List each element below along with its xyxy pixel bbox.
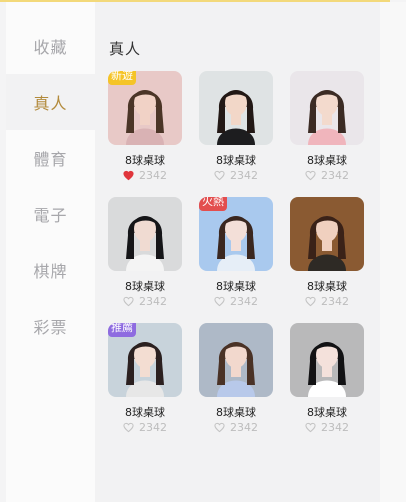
game-name: 8球桌球	[216, 406, 256, 419]
heart-icon[interactable]	[123, 296, 134, 307]
game-card[interactable]: 火熱 8球桌球 2342	[199, 197, 273, 308]
scrollbar-track[interactable]	[380, 2, 406, 502]
app-root: 收藏 真人 體育 電子 棋牌 彩票 真人 新遊 8球桌球 2342 8球桌球 2342 8…	[0, 0, 406, 502]
game-name: 8球桌球	[125, 280, 165, 293]
game-thumbnail[interactable]: 新遊	[108, 71, 182, 145]
portrait-image	[290, 197, 364, 271]
like-row: 2342	[199, 169, 273, 182]
sidebar-item-label: 真人	[33, 94, 68, 113]
like-count: 2342	[321, 421, 349, 434]
portrait-image	[290, 71, 364, 145]
heart-icon[interactable]	[123, 422, 134, 433]
portrait-image	[199, 71, 273, 145]
heart-icon[interactable]	[305, 296, 316, 307]
portrait-image	[108, 197, 182, 271]
game-name: 8球桌球	[216, 280, 256, 293]
game-card[interactable]: 8球桌球 2342	[199, 323, 273, 434]
game-card[interactable]: 新遊 8球桌球 2342	[108, 71, 182, 182]
game-name: 8球桌球	[216, 154, 256, 167]
like-count: 2342	[139, 421, 167, 434]
heart-icon[interactable]	[214, 170, 225, 181]
game-grid-panel: 真人 新遊 8球桌球 2342 8球桌球 2342 8球桌球 2342 8球桌球 2342 火熱 8…	[95, 2, 380, 502]
like-row: 2342	[199, 421, 273, 434]
game-name: 8球桌球	[125, 154, 165, 167]
like-row: 2342	[290, 295, 364, 308]
sidebar-item-cards[interactable]: 棋牌	[6, 242, 95, 298]
sidebar-item-live[interactable]: 真人	[6, 74, 95, 130]
like-row: 2342	[108, 169, 182, 182]
game-badge: 新遊	[108, 71, 136, 85]
game-card[interactable]: 8球桌球 2342	[108, 197, 182, 308]
game-card[interactable]: 8球桌球 2342	[199, 71, 273, 182]
like-count: 2342	[139, 295, 167, 308]
like-row: 2342	[108, 295, 182, 308]
sidebar-item-favorites[interactable]: 收藏	[6, 18, 95, 74]
like-count: 2342	[230, 421, 258, 434]
like-count: 2342	[321, 295, 349, 308]
portrait-image	[290, 323, 364, 397]
game-thumbnail[interactable]	[290, 323, 364, 397]
game-thumbnail[interactable]	[199, 71, 273, 145]
portrait-image	[199, 323, 273, 397]
sidebar: 收藏 真人 體育 電子 棋牌 彩票	[6, 2, 95, 502]
heart-icon[interactable]	[305, 422, 316, 433]
game-name: 8球桌球	[307, 280, 347, 293]
game-thumbnail[interactable]	[290, 71, 364, 145]
sidebar-item-label: 收藏	[33, 38, 68, 57]
like-row: 2342	[108, 421, 182, 434]
sidebar-item-lottery[interactable]: 彩票	[6, 298, 95, 354]
game-thumbnail[interactable]: 火熱	[199, 197, 273, 271]
like-count: 2342	[230, 295, 258, 308]
like-count: 2342	[321, 169, 349, 182]
game-thumbnail[interactable]	[108, 197, 182, 271]
heart-icon[interactable]	[214, 422, 225, 433]
like-count: 2342	[230, 169, 258, 182]
heart-icon[interactable]	[305, 170, 316, 181]
game-card[interactable]: 8球桌球 2342	[290, 323, 364, 434]
sidebar-item-sports[interactable]: 體育	[6, 130, 95, 186]
sidebar-item-label: 體育	[33, 150, 68, 169]
game-thumbnail[interactable]	[199, 323, 273, 397]
game-badge: 推薦	[108, 323, 136, 337]
game-name: 8球桌球	[307, 154, 347, 167]
like-row: 2342	[290, 421, 364, 434]
game-thumbnail[interactable]	[290, 197, 364, 271]
heart-icon[interactable]	[123, 170, 134, 181]
sidebar-item-label: 棋牌	[33, 262, 68, 281]
game-name: 8球桌球	[307, 406, 347, 419]
sidebar-item-slots[interactable]: 電子	[6, 186, 95, 242]
game-card[interactable]: 8球桌球 2342	[290, 197, 364, 308]
game-thumbnail[interactable]: 推薦	[108, 323, 182, 397]
like-row: 2342	[290, 169, 364, 182]
sidebar-item-label: 彩票	[33, 318, 68, 337]
sidebar-item-label: 電子	[33, 206, 68, 225]
game-name: 8球桌球	[125, 406, 165, 419]
game-card[interactable]: 8球桌球 2342	[290, 71, 364, 182]
section-title: 真人	[109, 40, 142, 58]
heart-icon[interactable]	[214, 296, 225, 307]
like-row: 2342	[199, 295, 273, 308]
game-badge: 火熱	[199, 197, 227, 211]
like-count: 2342	[139, 169, 167, 182]
game-card[interactable]: 推薦 8球桌球 2342	[108, 323, 182, 434]
